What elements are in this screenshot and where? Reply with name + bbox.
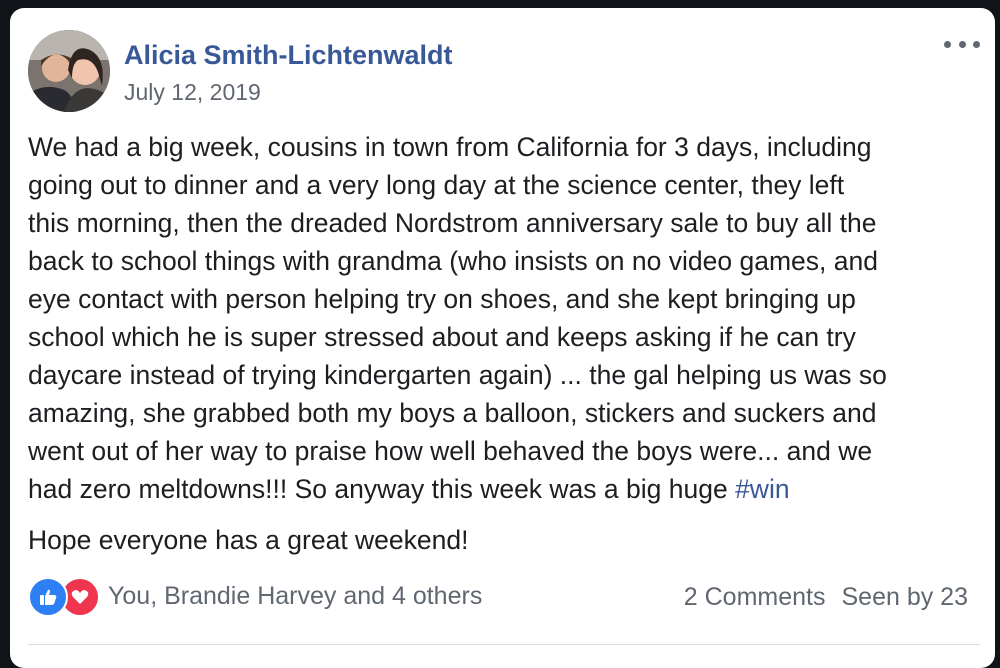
body-line: eye contact with person helping try on s… xyxy=(28,284,856,314)
body-line: daycare instead of trying kindergarten a… xyxy=(28,360,887,390)
reactions-summary[interactable]: You, Brandie Harvey and 4 others xyxy=(28,576,482,617)
reaction-icons xyxy=(28,577,100,617)
body-line-text: had zero meltdowns!!! So anyway this wee… xyxy=(28,474,736,504)
body-line: We had a big week, cousins in town from … xyxy=(28,132,872,162)
dot xyxy=(944,40,951,48)
more-options-icon[interactable] xyxy=(942,30,982,58)
body-line: back to school things with grandma (who … xyxy=(28,246,878,276)
like-icon xyxy=(28,577,68,617)
seen-count[interactable]: Seen by 23 xyxy=(842,583,969,612)
body-line: school which he is super stressed about … xyxy=(28,322,856,352)
post-date[interactable]: July 12, 2019 xyxy=(124,79,261,106)
dot xyxy=(973,40,980,48)
post-stats: 2 Comments Seen by 23 xyxy=(684,583,968,612)
body-line: went out of her way to praise how well b… xyxy=(28,436,873,466)
avatar[interactable] xyxy=(28,30,110,112)
divider xyxy=(28,644,980,645)
body-line: amazing, she grabbed both my boys a ball… xyxy=(28,398,877,428)
body-line: going out to dinner and a very long day … xyxy=(28,170,845,200)
comments-count[interactable]: 2 Comments xyxy=(684,583,826,612)
post-body: We had a big week, cousins in town from … xyxy=(28,128,978,508)
reactions-text[interactable]: You, Brandie Harvey and 4 others xyxy=(108,582,482,611)
dot xyxy=(958,40,966,48)
hashtag-link[interactable]: #win xyxy=(735,474,790,504)
post-card: Alicia Smith-Lichtenwaldt July 12, 2019 … xyxy=(10,8,995,668)
author-name[interactable]: Alicia Smith-Lichtenwaldt xyxy=(124,40,453,71)
avatar-photo xyxy=(28,30,110,112)
closing-text: Hope everyone has a great weekend! xyxy=(28,525,469,555)
body-line: this morning, then the dreaded Nordstrom… xyxy=(28,208,877,238)
body-line-last: had zero meltdowns!!! So anyway this wee… xyxy=(28,470,978,508)
